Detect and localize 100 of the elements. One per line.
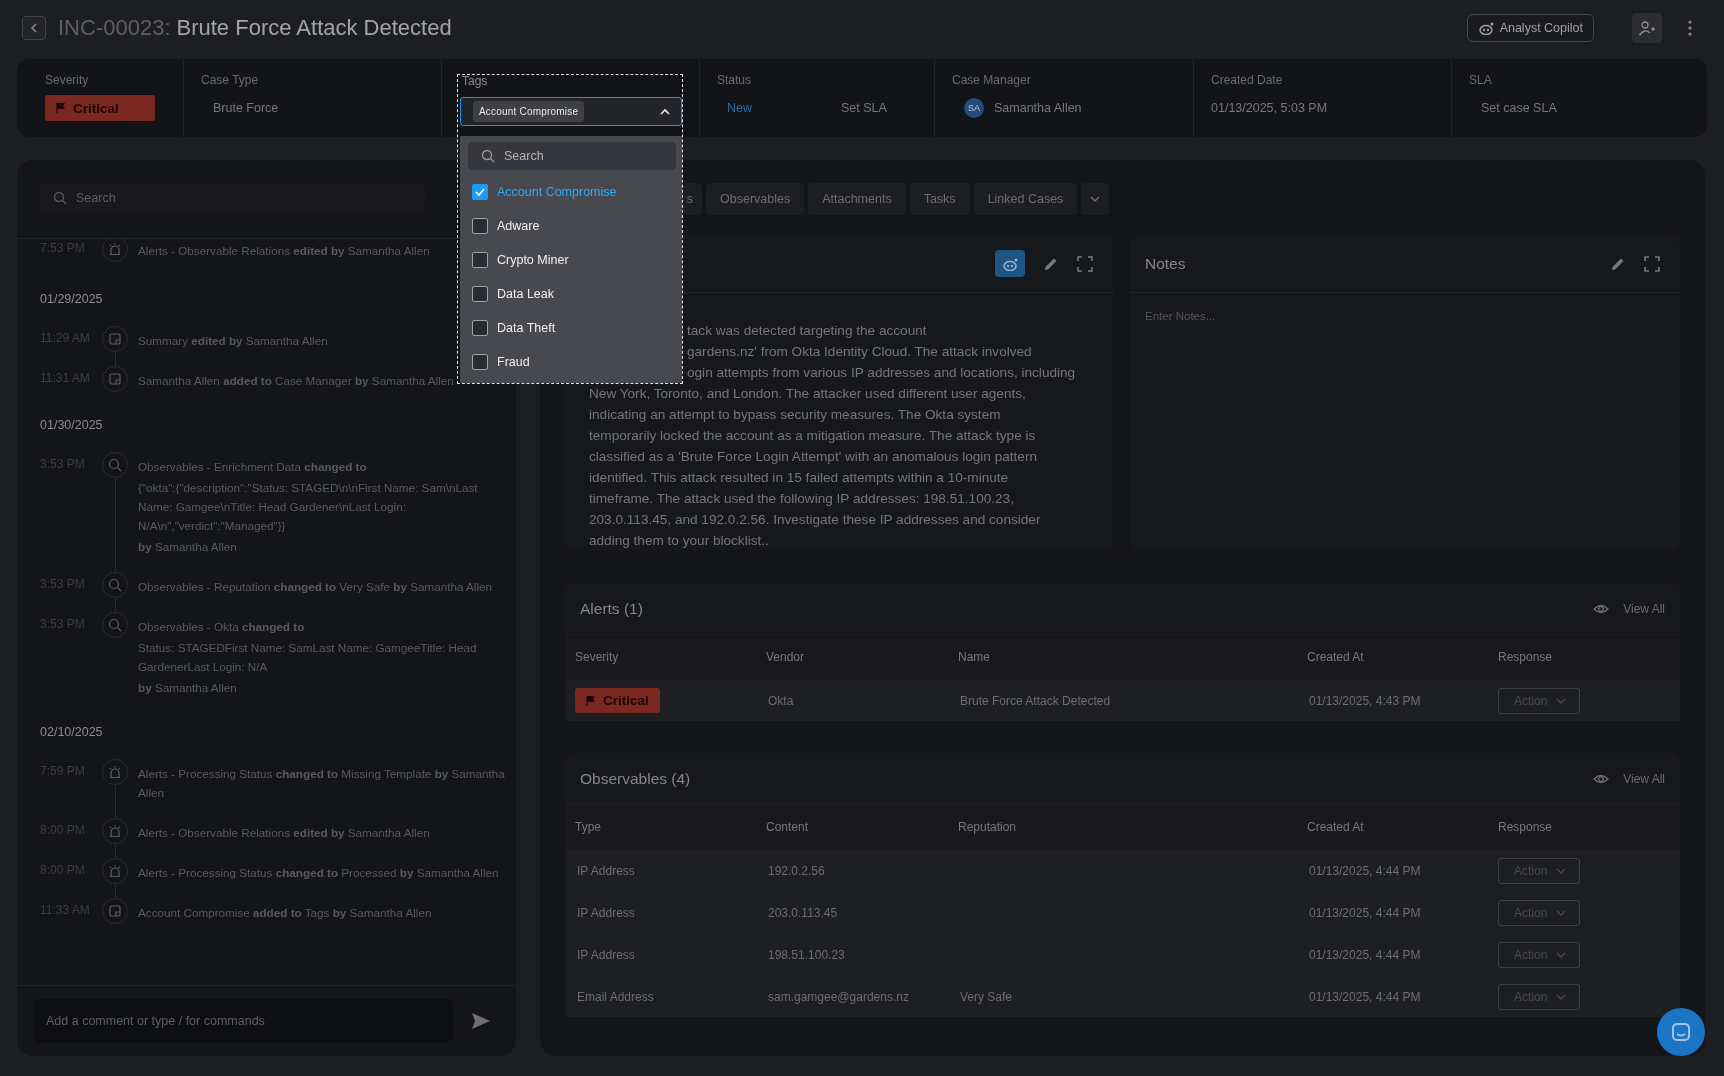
checkbox[interactable] bbox=[472, 320, 488, 336]
checkbox[interactable] bbox=[472, 354, 488, 370]
summary-text: adding them to your blocklist.. bbox=[589, 532, 770, 550]
column-header: Response bbox=[1498, 820, 1554, 834]
tab[interactable]: Tasks bbox=[909, 183, 970, 215]
entry-text: Observables - Okta changed to bbox=[138, 619, 305, 635]
tags-select[interactable]: Account Compromise bbox=[460, 97, 682, 126]
card-title: Alerts (1) bbox=[580, 599, 643, 618]
table-cell-text: sam.gamgee@gardens.nz bbox=[767, 989, 909, 1004]
summary-text: classified as a 'Brute Force Login Attempt' with an anomalous login pattern bbox=[589, 448, 1038, 466]
table-cell-text: 203.0.113.45 bbox=[767, 905, 838, 920]
severity-badge: Critical bbox=[575, 688, 660, 713]
column-header: Type bbox=[575, 820, 602, 834]
entry-text: Summary edited by Samantha Allen bbox=[138, 333, 328, 349]
field-value: 01/13/2025, 5:03 PM bbox=[1211, 101, 1328, 115]
table-cell-text: 01/13/2025, 4:44 PM bbox=[1308, 905, 1421, 920]
sla-link[interactable]: Set SLA bbox=[841, 101, 887, 115]
send-icon[interactable] bbox=[471, 1012, 491, 1030]
field-label: Case Manager bbox=[952, 73, 1032, 89]
entry-text: by Samantha Allen bbox=[138, 680, 237, 696]
field-label: Severity bbox=[45, 73, 90, 89]
checkbox[interactable] bbox=[472, 218, 488, 234]
tag-chip: Account Compromise bbox=[473, 101, 585, 122]
entry-text: Alerts - Observable Relations edited by Samantha Allen bbox=[138, 825, 430, 841]
entry-text: Observables - Enrichment Data changed to bbox=[138, 459, 367, 475]
card-title: Notes bbox=[1145, 254, 1186, 273]
table-cell-text: IP Address bbox=[576, 947, 635, 962]
summary-text: gardens.nz' from Okta Identity Cloud. The attack involved bbox=[686, 343, 1033, 361]
flag-icon bbox=[55, 102, 65, 114]
sla-link[interactable]: Set case SLA bbox=[1469, 101, 1557, 115]
expand-icon[interactable] bbox=[1644, 255, 1660, 272]
summary-text: ogin attempts from various IP addresses and locations, including bbox=[686, 364, 1077, 382]
expand-icon[interactable] bbox=[1077, 255, 1093, 272]
option-label[interactable]: Fraud bbox=[497, 355, 530, 369]
field-label: Status bbox=[717, 73, 753, 89]
column-header: Name bbox=[958, 650, 991, 664]
entry-text: Alerts - Processing Status changed to Missing Template by Samantha Allen bbox=[138, 766, 506, 801]
table-cell-text: IP Address bbox=[576, 863, 635, 878]
option-label[interactable]: Data Theft bbox=[497, 321, 556, 335]
column-header: Vendor bbox=[766, 650, 806, 664]
column-header: Created At bbox=[1307, 650, 1365, 664]
summary-text: indicating an attempt to bypass security measures. The Okta system bbox=[589, 406, 1002, 424]
table-cell-text: 198.51.100.23 bbox=[767, 947, 845, 962]
more-menu-icon[interactable] bbox=[1688, 19, 1692, 36]
table-cell-text: Very Safe bbox=[959, 989, 1013, 1004]
search-icon bbox=[481, 149, 495, 163]
avatar: SA bbox=[964, 98, 984, 118]
table-cell-text: Brute Force Attack Detected bbox=[959, 693, 1111, 708]
view-all-link[interactable]: View All bbox=[1623, 601, 1665, 616]
comment-field[interactable]: Add a comment or type / for commands bbox=[33, 999, 453, 1043]
search-icon bbox=[53, 190, 67, 205]
table-cell-text: IP Address bbox=[576, 905, 635, 920]
entry-text: Account Compromise added to Tags by Samantha Allen bbox=[138, 905, 432, 921]
tab[interactable]: Attachments bbox=[808, 183, 906, 215]
robot-icon bbox=[1477, 20, 1494, 35]
card-title: Observables (4) bbox=[580, 769, 691, 788]
robot-icon bbox=[1002, 256, 1018, 271]
back-button[interactable] bbox=[22, 15, 46, 40]
summary-text: identified. This attack resulted in 15 failed attempts within a 10-minute bbox=[589, 469, 1010, 487]
flag-icon bbox=[585, 694, 595, 707]
summary-text: temporarily locked the account as a mitigation measure. The attack type is bbox=[589, 427, 1037, 445]
copilot-button[interactable]: Analyst Copilot bbox=[1466, 13, 1594, 42]
checkbox[interactable] bbox=[472, 252, 488, 268]
summary-text: New York, Toronto, and London. The attacker used different user agents, bbox=[589, 385, 1027, 403]
status-link[interactable]: New bbox=[717, 101, 841, 115]
column-header: Content bbox=[766, 820, 810, 834]
case-id: INC-00023: bbox=[58, 14, 171, 41]
severity-badge: Critical bbox=[45, 95, 155, 121]
user-add-icon bbox=[1638, 19, 1656, 36]
manager-name: Samantha Allen bbox=[994, 101, 1082, 115]
column-header: Severity bbox=[575, 650, 620, 664]
copilot-button[interactable] bbox=[995, 250, 1025, 277]
search-field[interactable]: Search bbox=[40, 183, 425, 212]
field-label: Tags bbox=[461, 75, 489, 90]
entry-text: Samantha Allen added to Case Manager by Samantha Allen bbox=[138, 373, 454, 389]
entry-text: Alerts - Observable Relations edited by Samantha Allen bbox=[138, 243, 430, 259]
tab[interactable]: Linked Cases bbox=[973, 183, 1078, 215]
table-cell-text: Email Address bbox=[576, 989, 654, 1004]
case-title: Brute Force Attack Detected bbox=[176, 14, 452, 41]
option-label[interactable]: Data Leak bbox=[497, 287, 554, 301]
column-header: Created At bbox=[1307, 820, 1365, 834]
entry-text: by Samantha Allen bbox=[138, 539, 237, 555]
notes-field[interactable]: Enter Notes... bbox=[1130, 293, 1680, 550]
table-cell-text: 01/13/2025, 4:44 PM bbox=[1308, 989, 1421, 1004]
option-label[interactable]: Account Compromise bbox=[497, 185, 617, 199]
checkbox[interactable] bbox=[472, 286, 488, 302]
chat-icon bbox=[1671, 1022, 1691, 1042]
date-heading: 01/29/2025 bbox=[40, 291, 103, 308]
option-label[interactable]: Crypto Miner bbox=[497, 253, 569, 267]
tab[interactable]: Observables bbox=[706, 183, 805, 215]
field-label: Case Type bbox=[201, 73, 260, 89]
add-user-button[interactable] bbox=[1632, 12, 1662, 43]
table-cell-text: 01/13/2025, 4:44 PM bbox=[1308, 947, 1421, 962]
table-cell-text: Okta bbox=[767, 693, 794, 708]
field-value: Brute Force bbox=[212, 101, 279, 115]
option-label[interactable]: Adware bbox=[497, 219, 540, 233]
field-label: Created Date bbox=[1211, 73, 1284, 89]
checkbox[interactable] bbox=[472, 184, 488, 200]
view-all-link[interactable]: View All bbox=[1623, 771, 1665, 786]
search-field[interactable]: Search bbox=[468, 142, 676, 170]
